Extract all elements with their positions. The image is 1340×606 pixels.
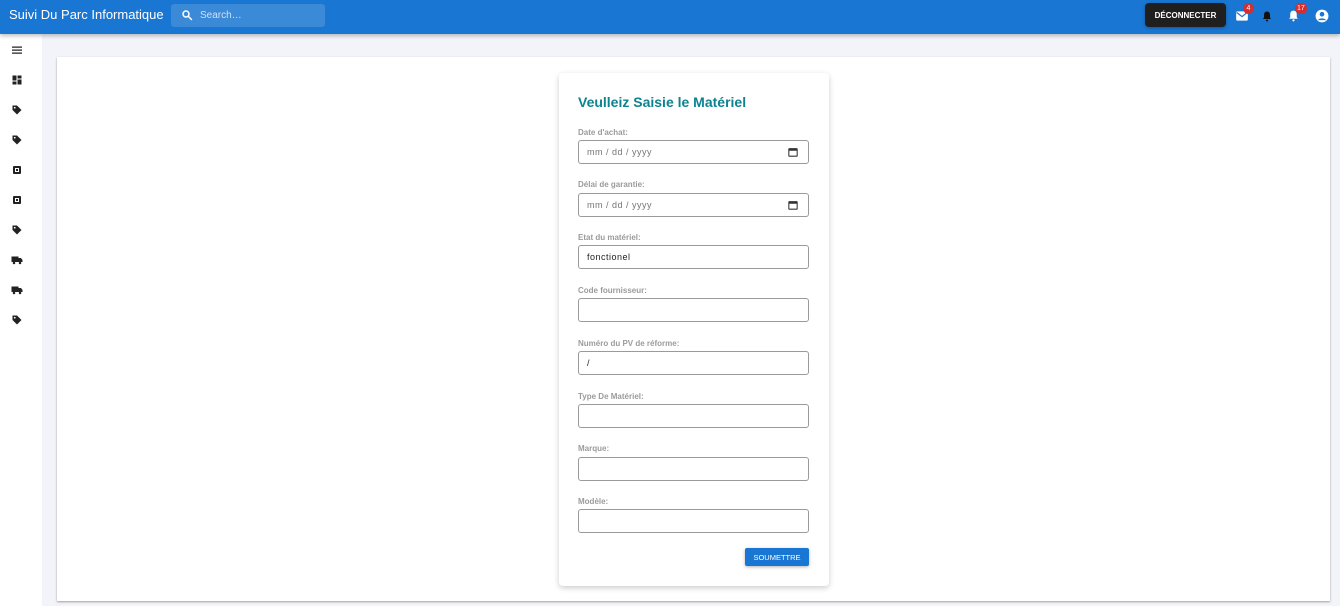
calendar-icon[interactable]	[788, 200, 798, 210]
model-label: Modèle:	[578, 497, 609, 506]
truck-icon[interactable]	[11, 284, 23, 296]
purchase-date-input[interactable]	[587, 145, 777, 159]
search-input[interactable]	[200, 7, 320, 24]
calendar-icon[interactable]	[788, 147, 798, 157]
account-button[interactable]	[1315, 9, 1329, 23]
warranty-field[interactable]	[578, 193, 809, 217]
app-title: Suivi Du Parc Informatique	[9, 7, 164, 22]
model-field[interactable]	[578, 509, 809, 533]
sidebar	[0, 34, 42, 606]
brand-field[interactable]	[578, 457, 809, 481]
search-box[interactable]	[171, 4, 325, 27]
equipment-type-field[interactable]	[578, 404, 809, 428]
equipment-type-label: Type De Matériel:	[578, 392, 644, 401]
model-input[interactable]	[587, 514, 777, 528]
supplier-code-field[interactable]	[578, 298, 809, 322]
form-card: Veulleiz Saisie le Matériel Date d'achat…	[559, 73, 829, 586]
reform-pv-input[interactable]	[587, 356, 777, 370]
submit-button[interactable]: SOUMETTRE	[745, 548, 809, 566]
tag-icon[interactable]	[11, 104, 23, 116]
notifications-button[interactable]: 17	[1287, 3, 1307, 23]
form-title: Veulleiz Saisie le Matériel	[578, 94, 747, 110]
dashboard-icon[interactable]	[11, 74, 23, 86]
logout-button[interactable]: DÉCONNECTER	[1145, 3, 1226, 27]
tag-icon[interactable]	[11, 224, 23, 236]
chip-icon[interactable]	[11, 164, 23, 176]
brand-input[interactable]	[587, 462, 777, 476]
mail-badge: 4	[1243, 3, 1254, 14]
account-circle-icon	[1315, 9, 1329, 23]
menu-icon[interactable]	[11, 44, 23, 56]
equipment-state-field[interactable]	[578, 245, 809, 269]
supplier-code-input[interactable]	[587, 303, 777, 317]
bell-icon	[1263, 11, 1271, 22]
warranty-label: Délai de garantie:	[578, 180, 645, 189]
brand-label: Marque:	[578, 444, 610, 453]
equipment-type-input[interactable]	[587, 409, 777, 423]
notifications-badge: 17	[1295, 3, 1307, 14]
supplier-code-label: Code fournisseur:	[578, 286, 647, 295]
tag-icon[interactable]	[11, 134, 23, 146]
purchase-date-field[interactable]	[578, 140, 809, 164]
chip-icon[interactable]	[11, 194, 23, 206]
app-bar: Suivi Du Parc Informatique DÉCONNECTER 4…	[0, 0, 1340, 34]
equipment-state-label: Etat du matériel:	[578, 233, 641, 242]
purchase-date-label: Date d'achat:	[578, 128, 628, 137]
warranty-input[interactable]	[587, 198, 777, 212]
tag-icon[interactable]	[11, 314, 23, 326]
reform-pv-field[interactable]	[578, 351, 809, 375]
equipment-state-input[interactable]	[587, 250, 777, 264]
search-icon	[182, 10, 193, 21]
bell-button[interactable]	[1261, 9, 1275, 23]
reform-pv-label: Numéro du PV de réforme:	[578, 339, 680, 348]
truck-icon[interactable]	[11, 254, 23, 266]
mail-button[interactable]: 4	[1235, 3, 1254, 23]
